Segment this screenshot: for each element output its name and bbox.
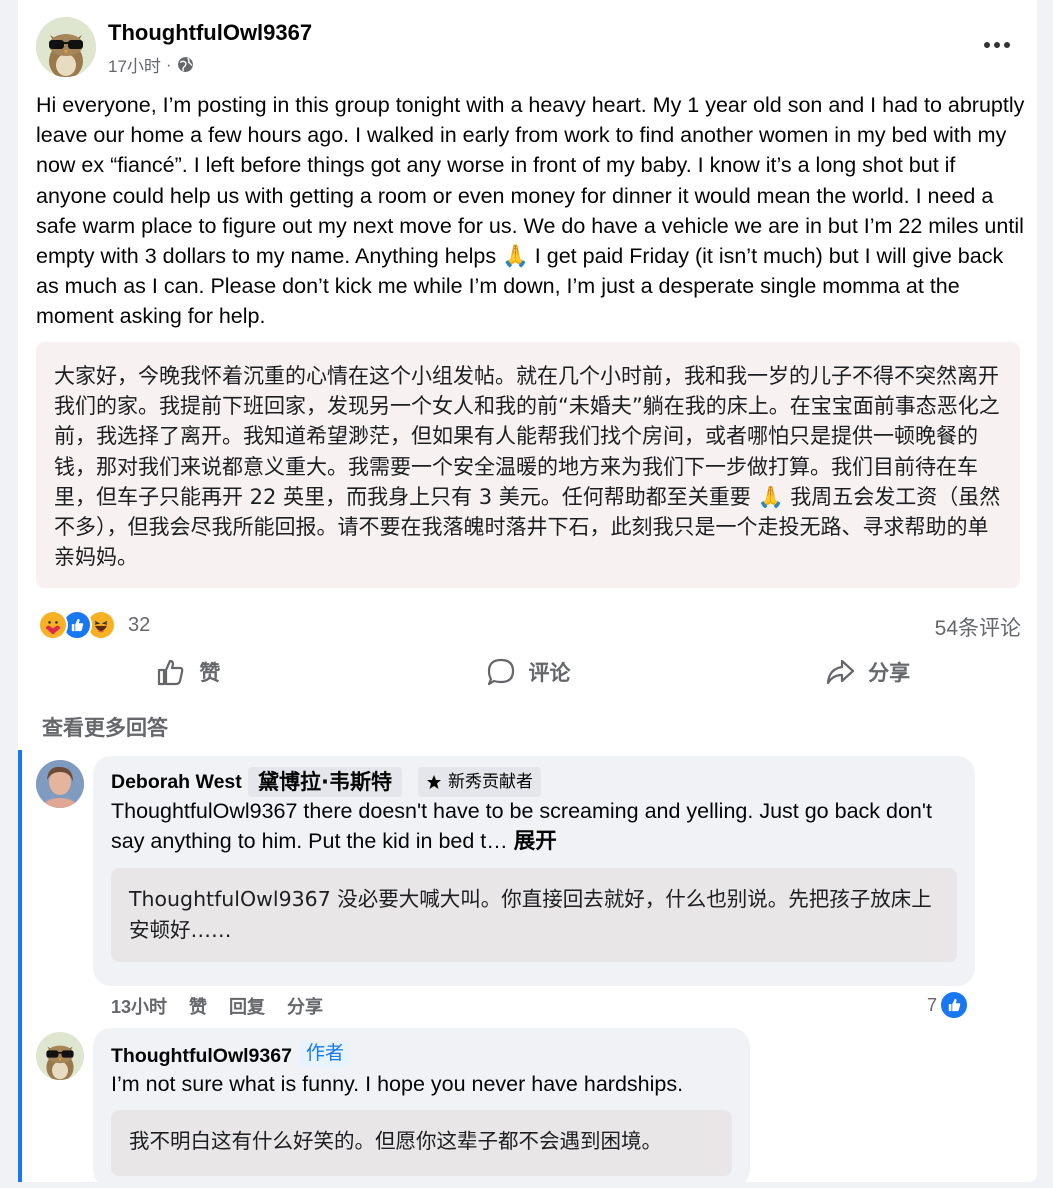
post-card: ThoughtfulOwl9367 17小时 · Hi everyone, I’… xyxy=(18,0,1037,1188)
share-label: 分享 xyxy=(868,662,911,685)
contributor-badge[interactable]: 新秀贡献者 xyxy=(418,767,541,797)
comment-share-button[interactable]: 分享 xyxy=(287,993,323,1019)
like-reaction-icon xyxy=(939,990,970,1020)
reply-author-name[interactable]: ThoughtfulOwl9367 xyxy=(111,1045,292,1068)
comment-bubble-icon xyxy=(487,658,514,686)
badge-label: 新秀贡献者 xyxy=(448,772,533,791)
owl-avatar-icon xyxy=(36,17,96,77)
author-name[interactable]: ThoughtfulOwl9367 xyxy=(108,20,312,46)
reply-text: I’m not sure what is funny. I hope you n… xyxy=(111,1072,684,1096)
care-reaction-icon xyxy=(38,610,68,640)
comment-like-count[interactable]: 7 xyxy=(927,990,970,1020)
post-time[interactable]: 17小时 xyxy=(108,52,161,77)
author-badge: 作者 xyxy=(300,1041,351,1067)
commenter-avatar[interactable] xyxy=(36,760,84,808)
comment-text: ThoughtfulOwl9367 there doesn't have to … xyxy=(111,799,932,854)
like-button[interactable]: 赞 xyxy=(18,648,358,696)
owl-avatar-icon xyxy=(36,1032,84,1080)
commenter-name[interactable]: Deborah West xyxy=(111,771,242,794)
post-actions: 赞 评论 分享 xyxy=(18,648,1037,696)
reply-bubble: ThoughtfulOwl9367 作者 I’m not sure what i… xyxy=(93,1028,750,1188)
more-options-icon xyxy=(984,42,990,48)
comment-bubble: Deborah West 黛博拉·韦斯特 新秀贡献者 ThoughtfulOwl… xyxy=(93,756,975,986)
comment-count[interactable]: 54条评论 xyxy=(935,612,1021,642)
comment-actions: 13小时 赞 回复 分享 xyxy=(111,993,323,1019)
share-arrow-icon xyxy=(827,659,855,685)
reaction-summary[interactable]: 32 xyxy=(38,610,150,640)
globe-icon xyxy=(177,57,193,72)
comment-label: 评论 xyxy=(528,662,571,685)
post-text: Hi everyone, I’m posting in this group t… xyxy=(36,93,1025,329)
star-badge-icon xyxy=(427,775,441,789)
post-translation: 大家好，今晚我怀着沉重的心情在这个小组发帖。就在几个小时前，我和我一岁的儿子不得… xyxy=(36,342,1020,588)
thumbs-up-icon xyxy=(158,659,184,686)
view-more-replies-link[interactable]: 查看更多回答 xyxy=(42,712,168,742)
reply-translation: 我不明白这有什么好笑的。但愿你这辈子都不会遇到困境。 xyxy=(111,1110,732,1176)
comment-like-button[interactable]: 赞 xyxy=(189,993,207,1019)
more-options-button[interactable] xyxy=(979,30,1015,60)
meta-separator: · xyxy=(165,54,172,74)
reply-author-avatar[interactable] xyxy=(36,1032,84,1080)
share-button[interactable]: 分享 xyxy=(697,648,1037,696)
commenter-name-translation: 黛博拉·韦斯特 xyxy=(248,767,402,797)
reaction-count: 32 xyxy=(128,613,151,636)
profile-photo-icon xyxy=(36,760,84,808)
see-more-link[interactable]: 展开 xyxy=(514,829,557,853)
comment-reply-button[interactable]: 回复 xyxy=(229,993,265,1019)
like-label: 赞 xyxy=(199,662,221,685)
author-avatar[interactable] xyxy=(36,17,96,77)
thread-indicator xyxy=(18,750,22,1182)
comment-translation: ThoughtfulOwl9367 没必要大喊大叫。你直接回去就好，什么也别说。… xyxy=(111,868,957,962)
comment-button[interactable]: 评论 xyxy=(358,648,698,696)
post-meta: 17小时 · xyxy=(108,52,194,77)
comment-time[interactable]: 13小时 xyxy=(111,993,167,1019)
